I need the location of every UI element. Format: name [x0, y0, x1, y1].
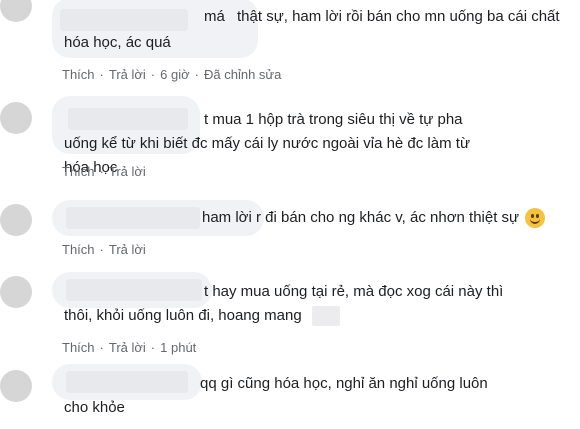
smile-emoji-icon	[525, 208, 546, 229]
like-button[interactable]: Thích	[62, 164, 95, 179]
timestamp[interactable]: 1 phút	[160, 340, 196, 355]
comment-text: ham lời r đi bán cho ng khác v, ác nhơn …	[202, 206, 546, 230]
comment-actions: Thích · Trả lời · 6 giờ · Đã chỉnh sửa	[62, 67, 282, 82]
reply-button[interactable]: Trả lời	[109, 340, 146, 355]
reply-button[interactable]: Trả lời	[109, 242, 146, 257]
edited-label: Đã chỉnh sửa	[203, 67, 282, 82]
comment-text: qq gì cũng hóa học, nghỉ ăn nghỉ uống lu…	[64, 375, 488, 416]
like-button[interactable]: Thích	[62, 340, 95, 355]
blurred-username[interactable]	[66, 207, 200, 230]
avatar[interactable]	[0, 0, 32, 22]
comment-actions: Thích · Trả lời	[62, 242, 146, 257]
reply-button[interactable]: Trả lời	[109, 67, 146, 82]
like-button[interactable]: Thích	[62, 67, 95, 82]
avatar[interactable]	[0, 204, 32, 236]
censored-text	[311, 306, 340, 327]
avatar[interactable]	[0, 370, 32, 402]
avatar[interactable]	[0, 102, 32, 134]
reply-button[interactable]: Trả lời	[109, 164, 146, 179]
comment-actions: Thích · Trả lời	[62, 164, 146, 179]
comment-text: má thật sự, ham lời rồi bán cho mn uống …	[64, 8, 560, 51]
timestamp[interactable]: 6 giờ	[160, 67, 190, 82]
avatar[interactable]	[0, 276, 32, 308]
like-button[interactable]: Thích	[62, 242, 95, 257]
comment-actions: Thích · Trả lời · 1 phút	[62, 340, 197, 355]
comment-text: t hay mua uống tại rẻ, mà đọc xog cái nà…	[64, 280, 504, 328]
